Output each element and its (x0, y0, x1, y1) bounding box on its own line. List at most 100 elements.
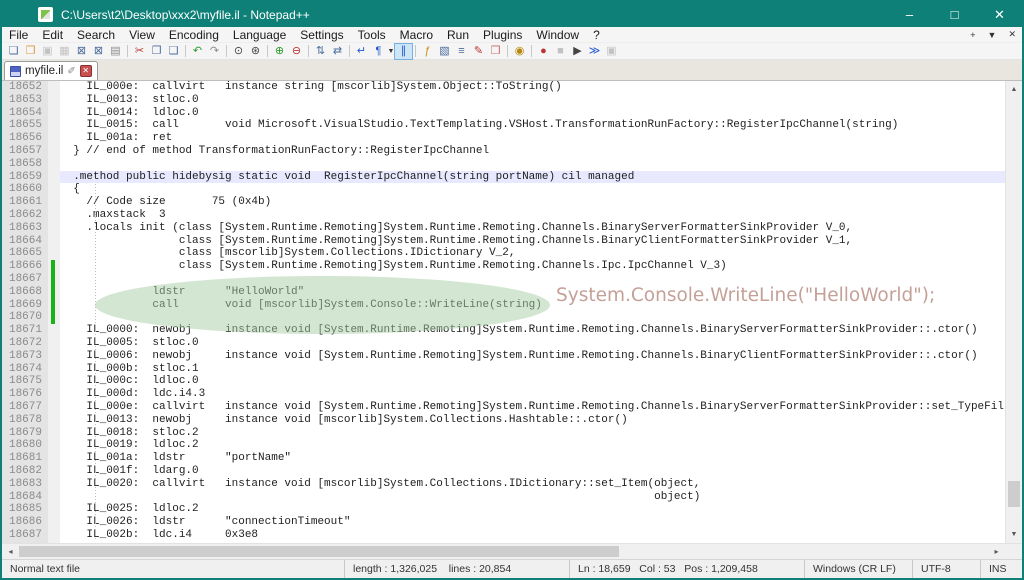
tab-list-dropdown-icon[interactable]: ▼ (982, 30, 1003, 40)
line-number[interactable]: 18657 (2, 145, 48, 158)
code-line-changed[interactable]: 18668 ldstr "HelloWorld" (2, 286, 1005, 299)
code-text[interactable]: // Code size 75 (0x4b) (60, 196, 1005, 209)
line-number[interactable]: 18668 (2, 286, 48, 299)
code-text[interactable]: { (60, 183, 1005, 196)
show-all-chars-dropdown-icon[interactable]: ▼ (387, 48, 395, 55)
code-text[interactable]: .locals init (class [System.Runtime.Remo… (60, 222, 1005, 235)
line-number[interactable]: 18658 (2, 158, 48, 171)
close-button[interactable]: ✕ (977, 2, 1022, 27)
code-text[interactable]: IL_0014: ldloc.0 (60, 107, 1005, 120)
macro-save-icon[interactable]: ▣ (603, 44, 620, 59)
save-all-icon[interactable]: ▦ (56, 44, 73, 59)
macro-run-multiple-icon[interactable]: ≫ (586, 44, 603, 59)
line-number[interactable]: 18673 (2, 350, 48, 363)
code-text[interactable]: IL_0006: newobj instance void [System.Ru… (60, 350, 1005, 363)
code-line[interactable]: 18664 class [System.Runtime.Remoting]Sys… (2, 235, 1005, 248)
menu-item-language[interactable]: Language (226, 27, 293, 42)
code-line[interactable]: 18661 // Code size 75 (0x4b) (2, 196, 1005, 209)
code-text[interactable]: IL_0015: call void Microsoft.VisualStudi… (60, 119, 1005, 132)
copy-icon[interactable]: ❐ (148, 44, 165, 59)
line-number[interactable]: 18680 (2, 439, 48, 452)
code-line[interactable]: 18677 IL_000e: callvirt instance void [S… (2, 401, 1005, 414)
line-number[interactable]: 18656 (2, 132, 48, 145)
edit-marker-icon[interactable]: ✎ (470, 44, 487, 59)
close-tab-button[interactable]: ✕ (1002, 29, 1022, 40)
code-text[interactable]: class [mscorlib]System.Collections.IDict… (60, 247, 1005, 260)
line-number[interactable]: 18679 (2, 427, 48, 440)
zoom-in-icon[interactable]: ⊕ (271, 44, 288, 59)
code-line[interactable]: 18654 IL_0014: ldloc.0 (2, 107, 1005, 120)
undo-icon[interactable]: ↶ (189, 44, 206, 59)
menu-item-view[interactable]: View (122, 27, 162, 42)
line-number[interactable]: 18667 (2, 273, 48, 286)
code-line[interactable]: 18687 IL_002b: ldc.i4 0x3e8 (2, 529, 1005, 542)
print-icon[interactable]: ▤ (107, 44, 124, 59)
close-all-icon[interactable]: ⊠ (90, 44, 107, 59)
code-line[interactable]: 18678 IL_0013: newobj instance void [msc… (2, 414, 1005, 427)
line-number[interactable]: 18683 (2, 478, 48, 491)
code-text[interactable]: IL_0018: stloc.2 (60, 427, 1005, 440)
function-list-icon[interactable]: ƒ (419, 44, 436, 59)
menu-item-plugins[interactable]: Plugins (476, 27, 529, 42)
new-file-icon[interactable]: ❏ (5, 44, 22, 59)
code-line-current[interactable]: 18659 .method public hidebysig static vo… (2, 171, 1005, 184)
vertical-scroll-thumb[interactable] (1008, 481, 1020, 507)
zoom-out-icon[interactable]: ⊖ (288, 44, 305, 59)
code-text[interactable]: IL_0019: ldloc.2 (60, 439, 1005, 452)
code-line[interactable]: 18663 .locals init (class [System.Runtim… (2, 222, 1005, 235)
code-line[interactable]: 18686 IL_0026: ldstr "connectionTimeout" (2, 516, 1005, 529)
code-text[interactable]: .method public hidebysig static void Reg… (60, 171, 1005, 184)
code-text[interactable]: IL_000e: callvirt instance void [System.… (60, 401, 1005, 414)
scroll-up-arrow-icon[interactable]: ▲ (1006, 81, 1022, 98)
code-line[interactable]: 18683 IL_0020: callvirt instance void [m… (2, 478, 1005, 491)
code-line[interactable]: 18671 IL_0000: newobj instance void [Sys… (2, 324, 1005, 337)
sync-scroll-vertical-icon[interactable]: ⇅ (312, 44, 329, 59)
code-line-changed[interactable]: 18666 class [System.Runtime.Remoting]Sys… (2, 260, 1005, 273)
line-number[interactable]: 18682 (2, 465, 48, 478)
code-line-changed[interactable]: 18669 call void [mscorlib]System.Console… (2, 299, 1005, 312)
cut-icon[interactable]: ✂ (131, 44, 148, 59)
code-text[interactable] (60, 273, 1005, 286)
scroll-left-arrow-icon[interactable]: ◂ (2, 544, 19, 559)
line-number[interactable]: 18675 (2, 375, 48, 388)
scroll-down-arrow-icon[interactable]: ▼ (1006, 526, 1022, 543)
line-number[interactable]: 18687 (2, 529, 48, 542)
code-line[interactable]: 18674 IL_000b: stloc.1 (2, 363, 1005, 376)
code-text[interactable]: class [System.Runtime.Remoting]System.Ru… (60, 235, 1005, 248)
code-line[interactable]: 18685 IL_0025: ldloc.2 (2, 503, 1005, 516)
line-number[interactable]: 18681 (2, 452, 48, 465)
paste-icon[interactable]: ❑ (165, 44, 182, 59)
horizontal-scrollbar[interactable]: ◂ ▸ (2, 544, 1005, 559)
code-line[interactable]: 18665 class [mscorlib]System.Collections… (2, 247, 1005, 260)
menu-item-window[interactable]: Window (529, 27, 586, 42)
code-text[interactable]: IL_0026: ldstr "connectionTimeout" (60, 516, 1005, 529)
close-file-icon[interactable]: ⊠ (73, 44, 90, 59)
horizontal-scroll-thumb[interactable] (19, 546, 619, 557)
menu-item-encoding[interactable]: Encoding (162, 27, 226, 42)
line-number[interactable]: 18664 (2, 235, 48, 248)
indent-guide-icon[interactable]: ∥ (395, 44, 412, 59)
line-number[interactable]: 18674 (2, 363, 48, 376)
macro-play-icon[interactable]: ▶ (569, 44, 586, 59)
word-wrap-icon[interactable]: ↵ (353, 44, 370, 59)
line-number[interactable]: 18670 (2, 311, 48, 324)
code-text[interactable]: .maxstack 3 (60, 209, 1005, 222)
menu-item-macro[interactable]: Macro (393, 27, 440, 42)
new-tab-button[interactable]: + (964, 30, 981, 40)
document-map-icon[interactable]: ▧ (436, 44, 453, 59)
find-icon[interactable]: ⊙ (230, 44, 247, 59)
macro-stop-icon[interactable]: ■ (552, 44, 569, 59)
line-number[interactable]: 18661 (2, 196, 48, 209)
sync-scroll-horizontal-icon[interactable]: ⇄ (329, 44, 346, 59)
menu-item-edit[interactable]: Edit (35, 27, 70, 42)
code-line[interactable]: 18676 IL_000d: ldc.i4.3 (2, 388, 1005, 401)
code-line[interactable]: 18660 { (2, 183, 1005, 196)
code-text[interactable]: IL_0000: newobj instance void [System.Ru… (60, 324, 1005, 337)
save-icon[interactable]: ▣ (39, 44, 56, 59)
code-line[interactable]: 18662 .maxstack 3 (2, 209, 1005, 222)
code-line[interactable]: 18679 IL_0018: stloc.2 (2, 427, 1005, 440)
line-number[interactable]: 18659 (2, 171, 48, 184)
tab-close-button[interactable]: ✕ (80, 65, 92, 77)
code-text[interactable]: IL_000e: callvirt instance string [mscor… (60, 81, 1005, 94)
code-text[interactable]: IL_001a: ret (60, 132, 1005, 145)
